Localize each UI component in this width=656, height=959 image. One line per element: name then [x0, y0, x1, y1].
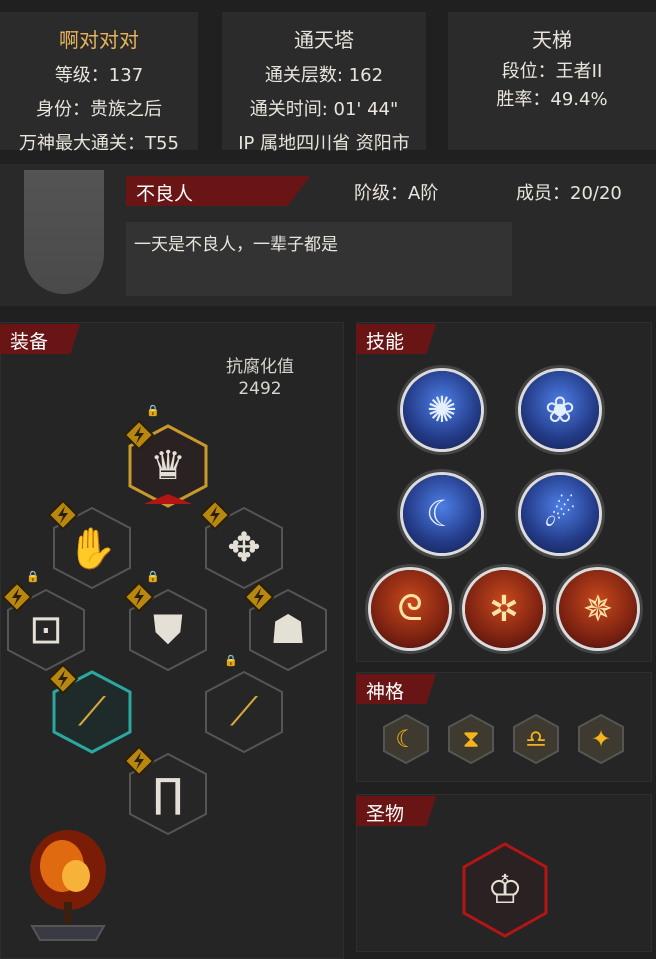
- crown-relic-icon: ♔: [487, 867, 523, 913]
- equipment-header: 装备: [10, 331, 49, 353]
- rarity-badge-icon: [47, 499, 79, 531]
- crescent-icon[interactable]: ☾: [403, 475, 481, 553]
- divinity-header: 神格: [366, 681, 405, 703]
- meteor-icon[interactable]: ☄: [521, 475, 599, 553]
- rarity-badge-icon: [123, 745, 155, 777]
- lock-icon: 🔒: [146, 404, 160, 417]
- player-max-clear: 万神最大通关：T55: [19, 133, 179, 154]
- moon-icon[interactable]: ☾: [381, 714, 431, 764]
- twisted-staff-icon: ⟋: [230, 689, 258, 735]
- divinity-header-tag: 神格: [356, 674, 436, 704]
- equipment-header-tag: 装备: [0, 324, 80, 354]
- ladder-rank: 段位：王者II: [501, 61, 603, 82]
- player-level: 等级：137: [54, 65, 144, 86]
- player-info-panel: 啊对对对 等级：137 身份：贵族之后 万神最大通关：T55: [0, 12, 198, 154]
- rose-icon[interactable]: ❀: [521, 371, 599, 449]
- rarity-badge-icon: [243, 581, 275, 613]
- skills-header-tag: 技能: [356, 324, 436, 354]
- tower-time: 通关时间: 01' 44": [249, 99, 399, 120]
- relic-header-tag: 圣物: [356, 796, 436, 826]
- relic-header: 圣物: [366, 803, 405, 825]
- ladder-panel: 天梯 段位：王者II 胜率：49.4%: [448, 12, 656, 150]
- relic-slot[interactable]: ♔: [462, 842, 548, 938]
- claw-strike-icon[interactable]: ✺: [403, 371, 481, 449]
- rarity-badge-icon: [123, 419, 155, 451]
- skills-header: 技能: [366, 331, 405, 353]
- resistance-label: 抗腐化值: [226, 357, 294, 377]
- guild-grade: 阶级：A阶: [354, 183, 439, 204]
- resistance-value: 2492: [238, 379, 282, 399]
- ghost-icon[interactable]: ♎: [511, 714, 561, 764]
- guild-banner-icon[interactable]: [24, 170, 104, 294]
- ladder-winrate: 胜率：49.4%: [496, 89, 608, 110]
- flame-tree-icon: [18, 822, 118, 942]
- resistance-display: 抗腐化值 2492: [214, 356, 306, 400]
- player-identity: 身份：贵族之后: [36, 99, 162, 120]
- rarity-badge-icon: [123, 581, 155, 613]
- lock-icon: 🔒: [224, 654, 238, 667]
- tower-panel: 通天塔 通关层数: 162 通关时间: 01' 44" IP 属地四川省 资阳市: [222, 12, 426, 154]
- guild-motto: 一天是不良人，一辈子都是: [134, 235, 338, 255]
- guild-motto-box: 一天是不良人，一辈子都是: [126, 222, 512, 296]
- spider-icon[interactable]: ✵: [559, 570, 637, 648]
- guild-members: 成员：20/20: [516, 183, 622, 204]
- equip-slot-staff-right[interactable]: ⟋: [202, 670, 286, 754]
- sparkle-icon[interactable]: ✦: [576, 714, 626, 764]
- ip-location: IP 属地四川省 资阳市: [238, 133, 410, 154]
- rarity-badge-icon: [1, 581, 33, 613]
- tower-floors: 通关层数: 162: [264, 65, 384, 86]
- rarity-badge-icon: [47, 663, 79, 695]
- guild-name: 不良人: [136, 183, 194, 205]
- lock-icon: 🔒: [146, 570, 160, 583]
- hourglass-icon[interactable]: ⧗: [446, 714, 496, 764]
- guild-name-tag: 不良人: [126, 176, 310, 206]
- spiral-icon[interactable]: ᘓ: [371, 570, 449, 648]
- rarity-badge-icon: [199, 499, 231, 531]
- player-name: 啊对对对: [59, 28, 139, 52]
- lock-icon: 🔒: [26, 570, 40, 583]
- elements-icon[interactable]: ✲: [465, 570, 543, 648]
- tower-title: 通天塔: [294, 28, 354, 52]
- ladder-title: 天梯: [532, 28, 572, 52]
